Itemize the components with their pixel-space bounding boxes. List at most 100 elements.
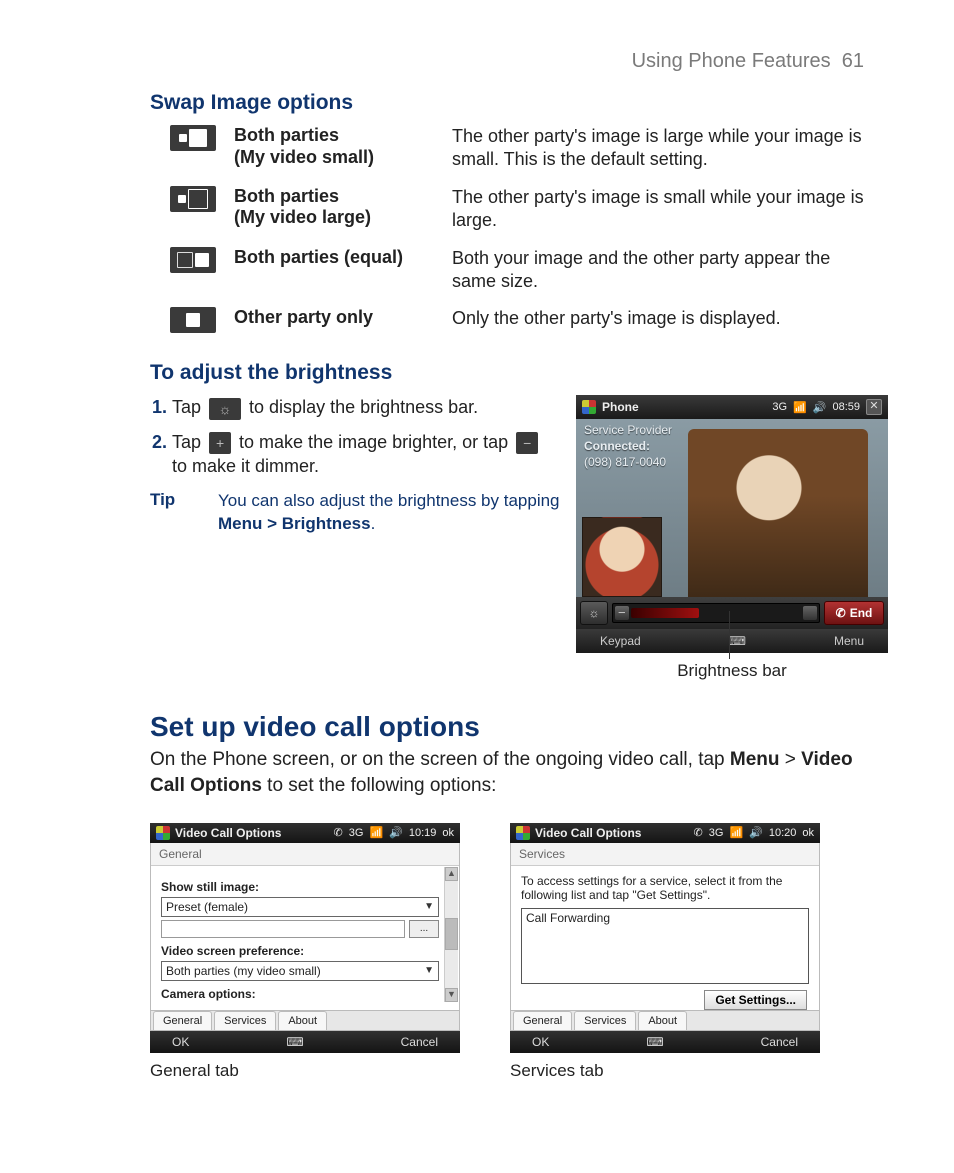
swap-option-label: Both parties(My video small) bbox=[234, 125, 434, 168]
dialog-services: Video Call Options ✆ 3G 📶 🔊 10:20 ok Ser… bbox=[510, 823, 820, 1053]
softkey-ok[interactable]: OK bbox=[532, 1035, 549, 1049]
close-icon[interactable]: ✕ bbox=[866, 399, 882, 415]
swap-option-description: The other party's image is small while y… bbox=[452, 186, 864, 233]
keyboard-icon[interactable]: ⌨ bbox=[286, 1035, 303, 1049]
tab-general[interactable]: General bbox=[153, 1011, 212, 1030]
get-settings-button[interactable]: Get Settings... bbox=[704, 990, 807, 1010]
tab-services[interactable]: Services bbox=[574, 1011, 636, 1030]
control-bar: ☼ − + ✆ End bbox=[576, 597, 888, 629]
running-header: Using Phone Features 61 bbox=[150, 50, 864, 73]
volume-icon[interactable]: 🔊 bbox=[389, 826, 403, 839]
phone-title-bar: Phone 3G 📶 🔊 08:59 ✕ bbox=[576, 395, 888, 419]
swap-option-description: Only the other party's image is displaye… bbox=[452, 307, 864, 330]
call-icon: ✆ bbox=[334, 826, 343, 839]
softkey-bar: Keypad ⌨ Menu bbox=[576, 629, 888, 653]
services-list[interactable]: Call Forwarding bbox=[521, 908, 809, 984]
keyboard-icon[interactable]: ⌨ bbox=[646, 1035, 663, 1049]
setup-paragraph: On the Phone screen, or on the screen of… bbox=[150, 747, 864, 798]
tip-text: You can also adjust the brightness by ta… bbox=[218, 490, 560, 536]
swap-option-row: Other party only Only the other party's … bbox=[170, 307, 864, 333]
network-indicator: 3G bbox=[772, 401, 787, 413]
minus-icon: − bbox=[516, 432, 538, 454]
tab-general[interactable]: General bbox=[513, 1011, 572, 1030]
phone-icon: ✆ bbox=[836, 606, 846, 620]
still-image-path-input[interactable] bbox=[161, 920, 405, 938]
softkey-cancel[interactable]: Cancel bbox=[401, 1035, 438, 1049]
network-indicator: 3G bbox=[709, 827, 724, 839]
dialog-title-bar: Video Call Options ✆ 3G 📶 🔊 10:19 ok bbox=[150, 823, 460, 843]
softkey-left[interactable]: Keypad bbox=[600, 634, 641, 648]
swap-option-row: Both parties(My video large) The other p… bbox=[170, 186, 864, 233]
swap-icon-equal bbox=[170, 247, 216, 273]
call-icon: ✆ bbox=[694, 826, 703, 839]
chevron-down-icon: ▼ bbox=[424, 901, 434, 912]
signal-icon: 📶 bbox=[729, 826, 743, 839]
tab-about[interactable]: About bbox=[638, 1011, 687, 1030]
start-icon[interactable] bbox=[156, 826, 170, 840]
softkey-ok[interactable]: OK bbox=[172, 1035, 189, 1049]
swap-option-row: Both parties (equal) Both your image and… bbox=[170, 247, 864, 294]
label-video-screen-preference: Video screen preference: bbox=[161, 944, 439, 958]
combo-screen-preference[interactable]: Both parties (my video small)▼ bbox=[161, 961, 439, 981]
list-item[interactable]: Call Forwarding bbox=[526, 911, 804, 925]
manual-page: Using Phone Features 61 Swap Image optio… bbox=[0, 0, 954, 1173]
app-title: Phone bbox=[602, 400, 639, 414]
active-tab-label: General bbox=[151, 843, 459, 866]
swap-option-description: The other party's image is large while y… bbox=[452, 125, 864, 172]
section-name: Using Phone Features bbox=[632, 50, 831, 72]
swap-icon-my-video-large bbox=[170, 186, 216, 212]
brightness-button[interactable]: ☼ bbox=[580, 601, 608, 625]
label-show-still-image: Show still image: bbox=[161, 880, 439, 894]
remote-video bbox=[688, 429, 868, 597]
dialog-title-bar: Video Call Options ✆ 3G 📶 🔊 10:20 ok bbox=[510, 823, 820, 843]
swap-option-label: Other party only bbox=[234, 307, 434, 329]
brightness-steps-column: Tap ☼ to display the brightness bar. Tap… bbox=[150, 395, 560, 536]
step-2: Tap + to make the image brighter, or tap… bbox=[172, 430, 560, 479]
clock: 08:59 bbox=[832, 401, 860, 413]
softkey-right[interactable]: Menu bbox=[834, 634, 864, 648]
softkey-cancel[interactable]: Cancel bbox=[761, 1035, 798, 1049]
services-hint: To access settings for a service, select… bbox=[521, 874, 809, 902]
local-video-pip bbox=[582, 517, 662, 597]
dialog-services-wrapper: Video Call Options ✆ 3G 📶 🔊 10:20 ok Ser… bbox=[510, 823, 820, 1081]
swap-option-row: Both parties(My video small) The other p… bbox=[170, 125, 864, 172]
swap-icon-other-only bbox=[170, 307, 216, 333]
swap-icon-my-video-small bbox=[170, 125, 216, 151]
start-icon[interactable] bbox=[582, 400, 596, 414]
scrollbar[interactable]: ▲▼ bbox=[444, 867, 458, 1002]
brightness-slider[interactable]: − + bbox=[612, 603, 820, 623]
start-icon[interactable] bbox=[516, 826, 530, 840]
tab-strip: General Services About bbox=[151, 1010, 459, 1030]
signal-icon: 📶 bbox=[369, 826, 383, 839]
dialog-general-wrapper: Video Call Options ✆ 3G 📶 🔊 10:19 ok Gen… bbox=[150, 823, 460, 1081]
ok-button[interactable]: ok bbox=[442, 827, 454, 839]
tab-services[interactable]: Services bbox=[214, 1011, 276, 1030]
brightness-bar-callout: Brightness bar bbox=[576, 661, 888, 681]
keyboard-icon[interactable]: ⌨ bbox=[729, 634, 746, 648]
volume-icon[interactable]: 🔊 bbox=[749, 826, 763, 839]
swap-option-label: Both parties(My video large) bbox=[234, 186, 434, 229]
call-status: Service Provider Connected: (098) 817-00… bbox=[584, 423, 672, 470]
caption-services-tab: Services tab bbox=[510, 1061, 820, 1081]
tip-label: Tip bbox=[150, 490, 190, 536]
dialog-softkeys: OK ⌨ Cancel bbox=[510, 1031, 820, 1053]
dialog-softkeys: OK ⌨ Cancel bbox=[150, 1031, 460, 1053]
heading-setup-video-call-options: Set up video call options bbox=[150, 711, 864, 743]
page-number: 61 bbox=[842, 50, 864, 72]
ok-button[interactable]: ok bbox=[802, 827, 814, 839]
combo-preset[interactable]: Preset (female)▼ bbox=[161, 897, 439, 917]
end-call-button[interactable]: ✆ End bbox=[824, 601, 884, 625]
plus-icon: + bbox=[209, 432, 231, 454]
brightness-icon: ☼ bbox=[209, 398, 241, 420]
heading-swap-image-options: Swap Image options bbox=[150, 91, 864, 115]
browse-button[interactable]: ... bbox=[409, 920, 439, 938]
swap-option-label: Both parties (equal) bbox=[234, 247, 434, 269]
volume-icon[interactable]: 🔊 bbox=[813, 401, 827, 414]
step-1: Tap ☼ to display the brightness bar. bbox=[172, 395, 560, 419]
tab-about[interactable]: About bbox=[278, 1011, 327, 1030]
swap-option-description: Both your image and the other party appe… bbox=[452, 247, 864, 294]
chevron-down-icon: ▼ bbox=[424, 965, 434, 976]
dialog-title: Video Call Options bbox=[175, 826, 281, 840]
tip: Tip You can also adjust the brightness b… bbox=[150, 490, 560, 536]
clock: 10:19 bbox=[409, 827, 437, 839]
